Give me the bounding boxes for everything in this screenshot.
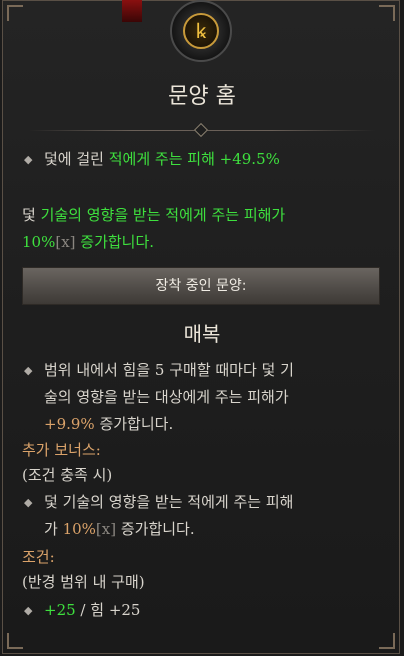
rare-node-suffix: 증가합니다.	[94, 415, 174, 433]
corner-ornament	[7, 633, 23, 649]
requirement-current: +25	[44, 601, 76, 619]
emblem-frame: ꝃ	[170, 0, 232, 62]
effect-line-1: ◆ 덫에 걸린 적에게 주는 피해 +49.5%	[24, 146, 280, 173]
effect-line-2a: 덫 기술의 영향을 받는 적에게 주는 피해가	[22, 202, 285, 229]
effect-highlight: 적에게 주는 피해 +49.5%	[108, 150, 280, 168]
effect2-highlight: 기술의 영향을 받는 적에게 주는 피해가	[40, 206, 286, 224]
bonus-prefix: 덫	[44, 493, 63, 511]
bonus-value: 10%	[62, 520, 96, 538]
equipped-glyph-banner: 장착 중인 문양:	[22, 267, 380, 305]
effect2-suffix: 증가합니다.	[75, 233, 155, 251]
bullet-icon: ◆	[24, 153, 33, 166]
effect2-bracket: [x]	[55, 233, 76, 251]
bonus-line2-prefix: 가	[44, 520, 63, 538]
rare-node-value: +9.9%	[44, 415, 95, 433]
rare-node-desc-text: 범위 내에서 힘을 5 구매할 때마다 덫 기	[44, 361, 294, 379]
bullet-icon: ◆	[24, 604, 33, 617]
requirement-heading: 조건:	[22, 548, 55, 566]
effect-prefix: 덫에 걸린	[44, 150, 109, 168]
bonus-bracket: [x]	[95, 520, 117, 538]
effect2-prefix: 덫	[22, 206, 41, 224]
corner-ornament	[7, 5, 23, 21]
rare-node-desc-3: +9.9% 증가합니다.	[44, 411, 173, 438]
effect2-value: 10%	[22, 233, 56, 251]
bonus-line-1: ◆ 덫 기술의 영향을 받는 적에게 주는 피해	[24, 489, 293, 516]
bonus-rest: 기술의 영향을 받는 적에게 주는 피해	[62, 493, 294, 511]
bullet-icon: ◆	[24, 496, 33, 509]
bullet-icon: ◆	[24, 364, 33, 377]
corner-ornament	[379, 633, 395, 649]
effect-line-2b: 10%[x] 증가합니다.	[22, 229, 154, 256]
bonus-condition: (조건 충족 시)	[22, 466, 113, 484]
rare-node-title: 매복	[183, 322, 221, 346]
bonus-heading: 추가 보너스:	[22, 441, 101, 459]
red-banner-strip	[122, 0, 142, 22]
glyph-title: 문양 홈	[168, 84, 236, 109]
bonus-suffix: 증가합니다.	[116, 520, 195, 538]
requirement-separator: /	[75, 601, 91, 619]
bonus-line-2: 가 10%[x] 증가합니다.	[44, 516, 195, 543]
requirement-detail: (반경 범위 내 구매)	[22, 573, 145, 591]
corner-ornament	[379, 5, 395, 21]
rune-emblem-icon: ꝃ	[183, 13, 219, 49]
rare-node-desc-1: ◆ 범위 내에서 힘을 5 구매할 때마다 덫 기	[24, 357, 294, 384]
rare-node-desc-2: 술의 영향을 받는 대상에게 주는 피해가	[44, 388, 289, 406]
requirement-label: 힘 +25	[90, 601, 141, 619]
requirement-progress: ◆ +25 / 힘 +25	[24, 597, 140, 624]
